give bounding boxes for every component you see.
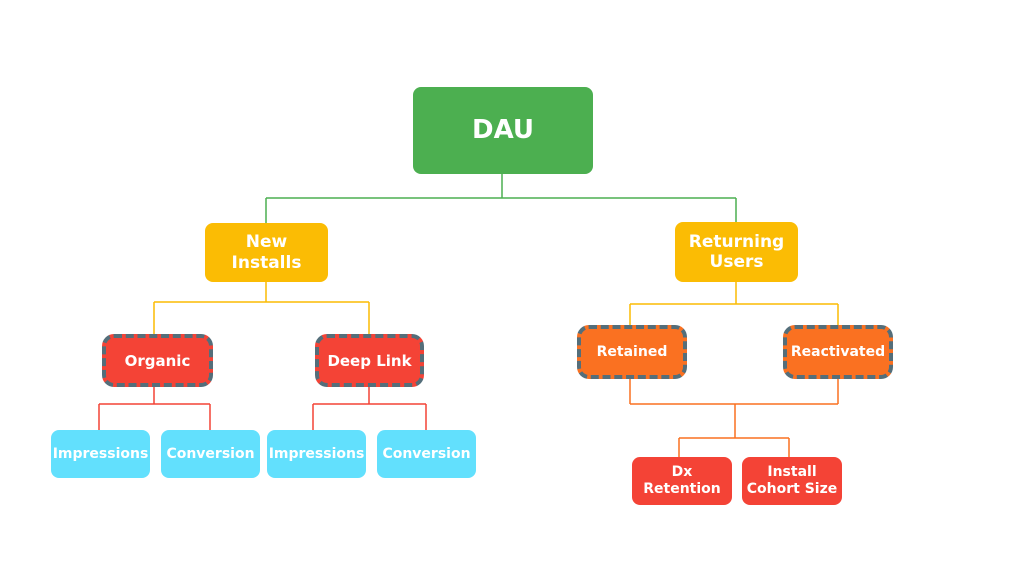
node-install-cohort-size: Install Cohort Size [742,457,842,505]
connector-organic [98,387,211,430]
connector-returning-children [629,379,839,457]
node-organic-impressions: Impressions [51,430,150,478]
node-deep-link-conversion: Conversion [377,430,476,478]
connector-root [265,174,737,223]
connector-deep-link [312,387,427,430]
connector-returning [629,282,839,325]
node-dx-retention: Dx Retention [632,457,732,505]
connector-new-installs [153,282,370,334]
node-returning-users: Returning Users [675,222,798,282]
node-deep-link: Deep Link [315,334,424,387]
node-organic-conversion: Conversion [161,430,260,478]
node-deep-link-impressions: Impressions [267,430,366,478]
node-reactivated: Reactivated [783,325,893,379]
node-new-installs: New Installs [205,223,328,282]
node-retained: Retained [577,325,687,379]
node-organic: Organic [102,334,213,387]
node-dau: DAU [413,87,593,174]
